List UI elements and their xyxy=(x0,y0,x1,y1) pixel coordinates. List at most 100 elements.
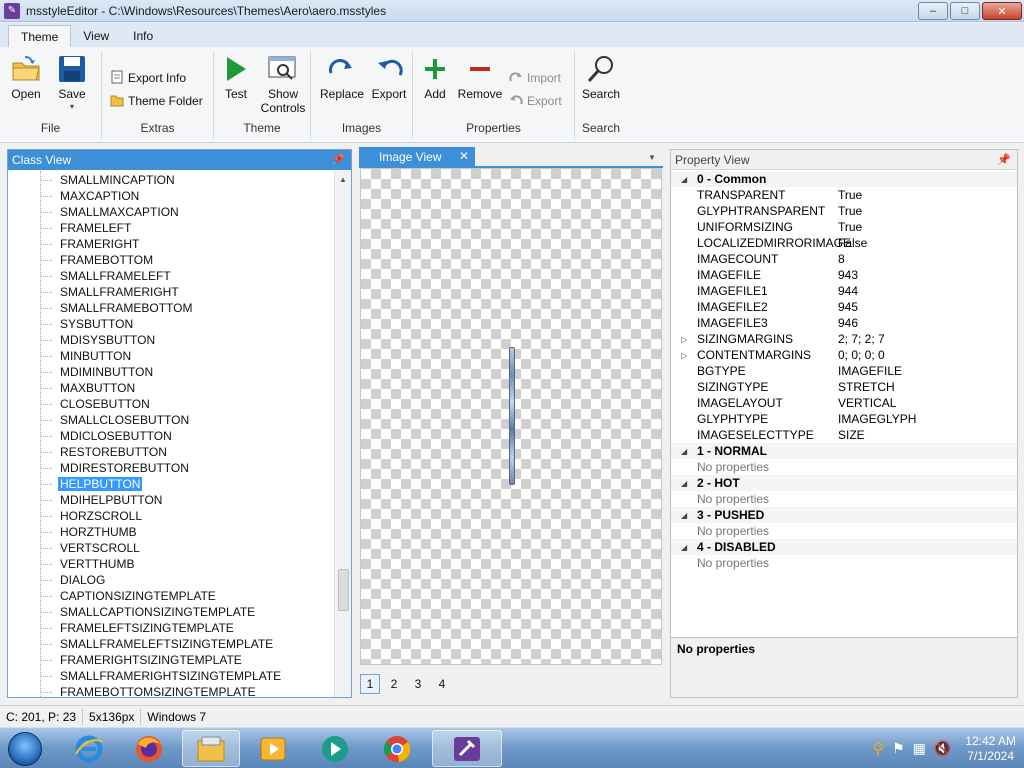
volume-muted-icon[interactable]: 🔇 xyxy=(934,740,951,757)
tree-item[interactable]: SMALLFRAMELEFT xyxy=(40,268,173,284)
tree-item[interactable]: MDIHELPBUTTON xyxy=(40,492,164,508)
media-player-icon[interactable] xyxy=(244,730,302,767)
tree-item[interactable]: FRAMEBOTTOMSIZINGTEMPLATE xyxy=(40,684,258,697)
tree-item[interactable]: HELPBUTTON xyxy=(40,476,143,492)
tree-item[interactable]: CLOSEBUTTON xyxy=(40,396,152,412)
property-row[interactable]: ▷ SIZINGMARGINS 2; 7; 2; 7 xyxy=(671,331,1017,347)
scroll-up-icon[interactable]: ▲ xyxy=(335,171,351,187)
collapse-icon[interactable]: ◢ xyxy=(681,447,691,456)
property-row[interactable]: GLYPHTYPE IMAGEGLYPH xyxy=(671,411,1017,427)
property-row[interactable]: ▷ CONTENTMARGINS 0; 0; 0; 0 xyxy=(671,347,1017,363)
tree-item[interactable]: MDISYSBUTTON xyxy=(40,332,157,348)
tree-item[interactable]: VERTSCROLL xyxy=(40,540,142,556)
property-category[interactable]: ◢ 1 - NORMAL xyxy=(671,443,1017,459)
expand-icon[interactable]: ▷ xyxy=(681,351,691,360)
tree-item[interactable]: SMALLFRAMERIGHTSIZINGTEMPLATE xyxy=(40,668,283,684)
property-row[interactable]: IMAGEFILE3 946 xyxy=(671,315,1017,331)
tree-item[interactable]: SMALLMAXCAPTION xyxy=(40,204,181,220)
collapse-icon[interactable]: ◢ xyxy=(681,479,691,488)
property-row[interactable]: IMAGELAYOUT VERTICAL xyxy=(671,395,1017,411)
page-1-button[interactable]: 1 xyxy=(360,674,380,694)
replace-button[interactable]: Replace xyxy=(319,53,365,115)
page-4-button[interactable]: 4 xyxy=(432,674,452,694)
tree-item[interactable]: DIALOG xyxy=(40,572,107,588)
tree-item[interactable]: HORZTHUMB xyxy=(40,524,139,540)
open-button[interactable]: Open xyxy=(4,53,48,115)
tree-item[interactable]: FRAMERIGHTSIZINGTEMPLATE xyxy=(40,652,244,668)
property-row[interactable]: BGTYPE IMAGEFILE xyxy=(671,363,1017,379)
file-explorer-icon[interactable] xyxy=(182,730,240,767)
close-tab-icon[interactable]: ✕ xyxy=(459,149,469,163)
close-button[interactable]: ✕ xyxy=(982,2,1022,20)
network-icon[interactable]: ▦ xyxy=(913,740,926,757)
property-category[interactable]: ◢ 0 - Common xyxy=(671,171,1017,187)
firefox-icon[interactable] xyxy=(120,730,178,767)
property-row[interactable]: IMAGESELECTTYPE SIZE xyxy=(671,427,1017,443)
property-value[interactable]: True xyxy=(838,188,862,202)
add-property-button[interactable]: Add xyxy=(413,53,457,115)
tree-item[interactable]: SMALLFRAMERIGHT xyxy=(40,284,181,300)
export-property-button[interactable]: Export xyxy=(509,91,562,111)
maximize-button[interactable]: □ xyxy=(950,2,980,20)
clock[interactable]: 12:42 AM 7/1/2024 xyxy=(965,734,1016,764)
class-tree-scrollbar[interactable]: ▲ xyxy=(334,171,351,697)
tree-item[interactable]: MDIRESTOREBUTTON xyxy=(40,460,191,476)
tree-item[interactable]: SMALLMINCAPTION xyxy=(40,172,177,188)
property-row[interactable]: IMAGECOUNT 8 xyxy=(671,251,1017,267)
property-value[interactable]: IMAGEGLYPH xyxy=(838,412,916,426)
tab-info[interactable]: Info xyxy=(121,25,165,47)
collapse-icon[interactable]: ◢ xyxy=(681,511,691,520)
tab-view[interactable]: View xyxy=(71,25,121,47)
property-row[interactable]: SIZINGTYPE STRETCH xyxy=(671,379,1017,395)
property-row[interactable]: IMAGEFILE 943 xyxy=(671,267,1017,283)
flag-icon[interactable]: ⚑ xyxy=(892,740,905,757)
tree-item[interactable]: RESTOREBUTTON xyxy=(40,444,169,460)
property-category[interactable]: ◢ 3 - PUSHED xyxy=(671,507,1017,523)
minimize-button[interactable]: – xyxy=(918,2,948,20)
property-value[interactable]: IMAGEFILE xyxy=(838,364,902,378)
property-value[interactable]: 2; 7; 2; 7 xyxy=(838,332,885,346)
property-row[interactable]: LOCALIZEDMIRRORIMAGE False xyxy=(671,235,1017,251)
property-category[interactable]: ◢ 2 - HOT xyxy=(671,475,1017,491)
search-button[interactable]: Search xyxy=(579,53,623,115)
save-button[interactable]: Save ▾ xyxy=(50,53,94,115)
pin-icon[interactable]: 📌 xyxy=(331,153,345,166)
property-value[interactable]: VERTICAL xyxy=(838,396,896,410)
test-button[interactable]: Test xyxy=(214,53,258,115)
tree-item[interactable]: MAXBUTTON xyxy=(40,380,137,396)
tab-theme[interactable]: Theme xyxy=(8,25,72,47)
export-info-button[interactable]: Export Info xyxy=(110,68,186,88)
page-3-button[interactable]: 3 xyxy=(408,674,428,694)
tree-item[interactable]: SMALLFRAMELEFTSIZINGTEMPLATE xyxy=(40,636,275,652)
property-row[interactable]: TRANSPARENT True xyxy=(671,187,1017,203)
tree-item[interactable]: MINBUTTON xyxy=(40,348,133,364)
property-row[interactable]: IMAGEFILE2 945 xyxy=(671,299,1017,315)
start-button[interactable] xyxy=(2,730,48,768)
theme-folder-button[interactable]: Theme Folder xyxy=(110,91,203,111)
property-value[interactable]: 0; 0; 0; 0 xyxy=(838,348,885,362)
tree-item[interactable]: CAPTIONSIZINGTEMPLATE xyxy=(40,588,218,604)
tree-item[interactable]: FRAMELEFTSIZINGTEMPLATE xyxy=(40,620,236,636)
property-row[interactable]: IMAGEFILE1 944 xyxy=(671,283,1017,299)
tree-item[interactable]: SMALLFRAMEBOTTOM xyxy=(40,300,194,316)
msstyleeditor-taskbar-icon[interactable] xyxy=(432,730,502,767)
property-value[interactable]: False xyxy=(838,236,867,250)
tree-item[interactable]: FRAMERIGHT xyxy=(40,236,141,252)
tree-item[interactable]: SMALLCLOSEBUTTON xyxy=(40,412,191,428)
tree-item[interactable]: FRAMELEFT xyxy=(40,220,133,236)
page-2-button[interactable]: 2 xyxy=(384,674,404,694)
property-value[interactable]: 943 xyxy=(838,268,858,282)
tree-item[interactable]: MAXCAPTION xyxy=(40,188,141,204)
property-value[interactable]: 946 xyxy=(838,316,858,330)
collapse-icon[interactable]: ◢ xyxy=(681,543,691,552)
remove-property-button[interactable]: Remove xyxy=(457,53,503,115)
property-value[interactable]: 8 xyxy=(838,252,845,266)
tree-item[interactable]: MDIMINBUTTON xyxy=(40,364,155,380)
property-row[interactable]: UNIFORMSIZING True xyxy=(671,219,1017,235)
tree-item[interactable]: FRAMEBOTTOM xyxy=(40,252,155,268)
property-value[interactable]: SIZE xyxy=(838,428,865,442)
tree-item[interactable]: SYSBUTTON xyxy=(40,316,135,332)
property-value[interactable]: 944 xyxy=(838,284,858,298)
tree-item[interactable]: VERTTHUMB xyxy=(40,556,136,572)
property-row[interactable]: GLYPHTRANSPARENT True xyxy=(671,203,1017,219)
